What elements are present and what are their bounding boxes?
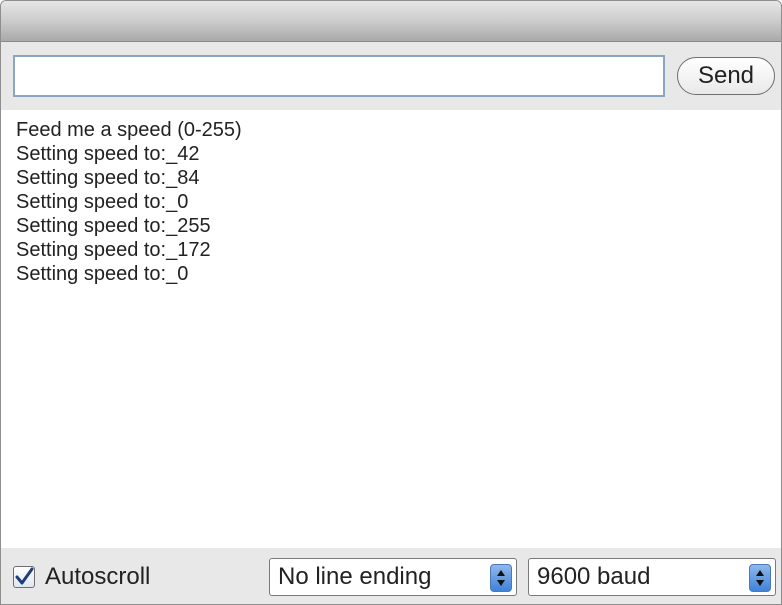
output-line: Setting speed to:_84 [16, 167, 200, 189]
output-line: Setting speed to:_0 [16, 191, 189, 213]
output-line: Setting speed to:_42 [16, 143, 200, 165]
status-bar: Autoscroll No line ending 9600 baud [1, 548, 781, 604]
serial-monitor-window: Send Feed me a speed (0-255) Setting spe… [0, 0, 782, 605]
checkmark-icon [15, 567, 34, 585]
autoscroll-option: Autoscroll [13, 563, 151, 590]
autoscroll-checkbox[interactable] [13, 566, 35, 588]
title-bar[interactable] [1, 1, 781, 42]
line-ending-value: No line ending [278, 563, 432, 590]
baud-rate-select[interactable]: 9600 baud [528, 558, 776, 596]
output-line: Feed me a speed (0-255) [16, 119, 242, 141]
select-arrows-icon [749, 564, 771, 592]
autoscroll-label: Autoscroll [45, 563, 151, 590]
serial-output: Feed me a speed (0-255) Setting speed to… [1, 110, 781, 548]
send-toolbar: Send [1, 42, 781, 110]
baud-rate-value: 9600 baud [537, 563, 651, 590]
output-line: Setting speed to:_172 [16, 239, 211, 261]
output-line: Setting speed to:_255 [16, 215, 211, 237]
line-ending-select[interactable]: No line ending [269, 558, 517, 596]
send-input[interactable] [13, 55, 665, 97]
select-arrows-icon [490, 564, 512, 592]
output-line: Setting speed to:_0 [16, 263, 189, 285]
send-button[interactable]: Send [677, 57, 775, 95]
